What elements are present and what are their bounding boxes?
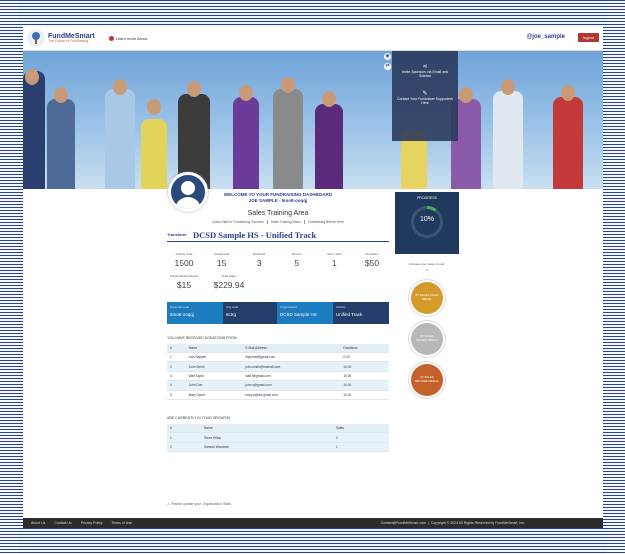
table-row: 5 Mary David mary.d@aol.gmail.com 10.00 (167, 390, 389, 400)
decorative-border-left (0, 0, 18, 554)
organization-cell: Organization DCSD Sample HS (277, 301, 333, 324)
donors-section-title: YOU HAVE RECEIVED DONATIONS FROM (167, 335, 237, 340)
stat-items-sold: Items Sold 1 (327, 251, 342, 268)
chevron-down-icon: ⌄ (424, 267, 430, 273)
stat-activity-goal: Activity Goal 1500 (174, 251, 194, 268)
invite-sponsors-label: Invite Sponsors via Email and Sidebar (401, 70, 449, 78)
table-row: 3 Walt Taylor walt.t@gmail.com 10.00 (167, 371, 389, 382)
footer-link-contact[interactable]: Contact Us (54, 521, 71, 525)
stat-donations: Donations $50 (364, 251, 380, 268)
stat-funds-raised: Funds Raised Status $15 (170, 273, 198, 290)
stat-referrals: Referrals 3 (253, 251, 266, 268)
logo-tree-icon[interactable] (27, 29, 45, 47)
campaign-name: DCSD Sample HS - Unified Track (193, 229, 317, 240)
footer-link-terms[interactable]: Terms of Use (111, 521, 132, 525)
donors-table: # Name E-Mail Address Donations 1 Lisa Sappl… (167, 343, 389, 400)
footer-email[interactable]: Contact@FundMeSmart.com (381, 521, 426, 525)
stat-total-sales: Total Sales $229.94 (213, 273, 245, 290)
progress-label: PROGRESS (417, 196, 437, 200)
learn-more-link[interactable]: Learn more About (108, 35, 148, 41)
contact-supporters-label: Contact Your Fundraiser Supporters Here (397, 97, 453, 105)
table-header-row: # Name Sales (167, 423, 389, 434)
warning-icon: ⚠ (167, 502, 171, 506)
footer-link-privacy[interactable]: Privacy Policy (81, 521, 103, 525)
hero-side-icons: ◉ ⇄ (384, 53, 391, 70)
table-row: 1 Steve Hilton 2 (167, 432, 389, 443)
share-icon[interactable]: ⇄ (384, 63, 391, 70)
stat-donors: Donors 5 (291, 251, 302, 268)
campaign-logo: Transform (167, 232, 187, 238)
stats-row: Activity Goal 1500 Actual Goal 15 Referral… (167, 252, 389, 268)
activity-cell: Activity Unified Track (333, 301, 389, 324)
table-row: 4 John Doe john.s@gmail.com 10.00 (167, 380, 389, 391)
footer-right: Contact@FundMeSmart.com | Copyright © 20… (380, 521, 525, 525)
top-navbar: FundMeSmart The Future of Fundraising Le… (23, 26, 603, 51)
footer-links: About Us Contact Us Privacy Policy Terms… (31, 521, 140, 525)
silver-medal-badge: 15 SALES SILVER MEDAL (411, 323, 443, 355)
warning-text: Please update your Organization Stats (171, 502, 232, 506)
table-row: 2 Samuel Woodard 1 (167, 442, 389, 453)
welcome-message: WELCOME TO YOUR FUNDRAISING DASHBOARD JO… (167, 192, 389, 204)
username-link[interactable]: @joe_sample (526, 34, 565, 40)
decorative-border-right (607, 0, 625, 554)
update-warning: ⚠ Please update your Organization Stats (167, 502, 231, 506)
sales-training-title: Sales Training Area (247, 209, 309, 217)
camera-icon[interactable]: ◉ (384, 53, 391, 60)
welcome-line-2: JOE SAMPLE - 5mo8-ooqqj (248, 197, 308, 203)
campaign-header: Transform DCSD Sample HS - Unified Track (167, 230, 389, 240)
footer-copyright: Copyright © 2024 All Rights Reserved by … (430, 521, 525, 525)
supporters-section-title: ARE CURRENTLY IN YOUR GROUP(S) (167, 415, 231, 420)
progress-ring: 10% (411, 206, 443, 238)
play-icon (108, 35, 114, 41)
contact-supporters-action[interactable]: ✎ Contact Your Fundraiser Supporters Her… (392, 78, 458, 105)
share-icon: ⋖ (422, 64, 428, 70)
edit-icon: ✎ (422, 91, 428, 97)
logout-button[interactable]: logout (578, 33, 599, 42)
divider (167, 240, 389, 242)
bronze-medal-badge: 10 SALES BRONZE MEDAL (411, 364, 443, 396)
training-link[interactable]: Quick Start to Fundraising Success (209, 219, 268, 224)
training-link[interactable]: Fundraising Before Here (305, 220, 347, 224)
personal-code-cell: Personal code 5mo8-ooqqj (167, 301, 223, 324)
org-code-cell: Org code 8ctrg (223, 301, 277, 324)
main-content: WELCOME TO YOUR FUNDRAISING DASHBOARD JO… (167, 192, 389, 453)
progress-percent: 10% (419, 216, 434, 223)
learn-more-label: Learn more About (115, 35, 148, 41)
supporters-table: # Name Sales 1 Steve Hilton 2 2 Samuel Woodar… (167, 423, 389, 453)
training-link[interactable]: Sales Training Video (267, 219, 305, 224)
info-bar: Personal code 5mo8-ooqqj Org code 8ctrg Or… (167, 301, 389, 324)
stats-row-2: Funds Raised Status $15 Total Sales $229.9… (167, 274, 389, 290)
stat-actual-goal: Actual Goal 15 (213, 251, 230, 268)
invite-sponsors-action[interactable]: ⋖ Invite Sponsors via Email and Sidebar (392, 51, 458, 78)
right-column: PROGRESS 10% Increase your sales to earn… (395, 192, 459, 396)
logo-subtitle: The Future of Fundraising (48, 38, 89, 43)
hero-action-panel: ⋖ Invite Sponsors via Email and Sidebar … (392, 51, 458, 141)
dashboard-page: FundMeSmart The Future of Fundraising Le… (23, 26, 603, 528)
table-row: 2 John Smith john.smith@hotmail.com 10.00 (167, 361, 389, 372)
training-links: Quick Start to Fundraising Success Sales … (167, 219, 389, 224)
hero-banner: ◉ ⇄ ⋖ Invite Sponsors via Email and Side… (23, 51, 603, 189)
progress-panel: PROGRESS 10% (395, 192, 459, 254)
table-row: 1 Lisa Sappler dlap.test@gmail.com 0.00 (167, 352, 389, 363)
gold-medal-badge: 25 SALES GOLD MEDAL (411, 282, 443, 314)
table-header-row: # Name E-Mail Address Donations (167, 343, 389, 354)
logo[interactable]: FundMeSmart The Future of Fundraising (48, 33, 95, 44)
footer: About Us Contact Us Privacy Policy Terms… (23, 518, 603, 528)
footer-link-about[interactable]: About Us (31, 521, 45, 525)
